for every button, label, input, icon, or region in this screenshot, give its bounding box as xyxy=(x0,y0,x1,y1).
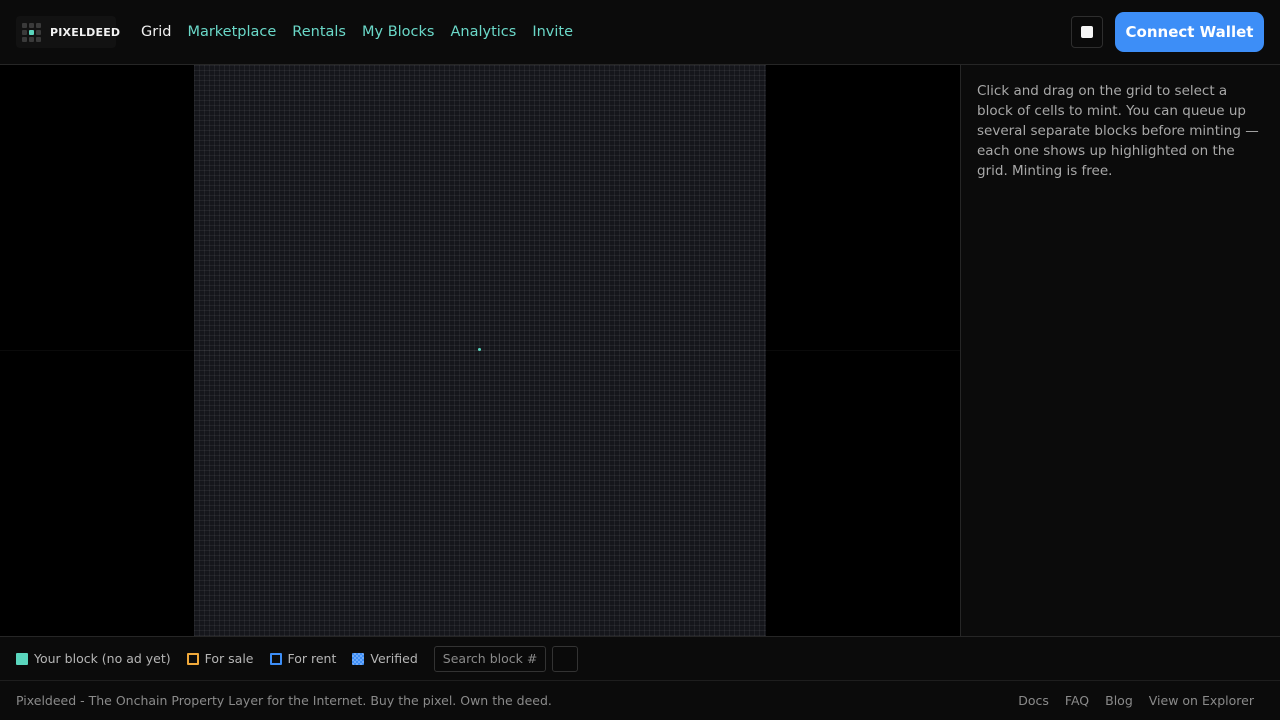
logo[interactable]: PIXELDEED xyxy=(16,16,120,48)
legend-swatch-your-block xyxy=(16,652,28,665)
theme-toggle-icon xyxy=(1081,26,1093,38)
main-nav: Grid Marketplace Rentals My Blocks Analy… xyxy=(141,22,573,42)
footer-tagline: Pixeldeed - The Onchain Property Layer f… xyxy=(16,693,552,708)
search-block-button[interactable] xyxy=(551,645,578,672)
nav-item-marketplace[interactable]: Marketplace xyxy=(187,22,276,42)
nav-item-grid[interactable]: Grid xyxy=(141,22,171,42)
search-block-input[interactable] xyxy=(433,645,546,672)
legend-label: Your block (no ad yet) xyxy=(34,651,171,666)
legend-item-for-rent: For rent xyxy=(269,651,337,666)
grid-canvas-area xyxy=(0,65,960,636)
legend-item-for-sale: For sale xyxy=(186,651,254,666)
legend-item-your-block: Your block (no ad yet) xyxy=(16,651,171,666)
legend-bar: Your block (no ad yet) For sale For rent… xyxy=(0,636,1280,680)
footer: Pixeldeed - The Onchain Property Layer f… xyxy=(0,680,1280,720)
footer-links: Docs FAQ Blog View on Explorer xyxy=(1018,693,1254,708)
side-panel: Click and drag on the grid to select a b… xyxy=(960,65,1280,636)
logo-mark-icon xyxy=(22,22,41,42)
theme-toggle-button[interactable] xyxy=(1071,16,1103,48)
footer-link-view-on-explorer[interactable]: View on Explorer xyxy=(1149,693,1254,708)
legend-swatch-verified xyxy=(352,652,365,665)
legend-item-verified: Verified xyxy=(352,651,418,666)
legend-swatch-for-sale xyxy=(186,652,199,665)
logo-text: PIXELDEED xyxy=(50,25,121,39)
connect-wallet-button[interactable]: Connect Wallet xyxy=(1115,12,1264,52)
mint-instructions: Click and drag on the grid to select a b… xyxy=(977,83,1259,179)
nav-item-rentals[interactable]: Rentals xyxy=(292,22,346,42)
legend-label: Verified xyxy=(370,651,418,666)
footer-link-faq[interactable]: FAQ xyxy=(1065,693,1089,708)
legend-label: For sale xyxy=(204,651,254,666)
nav-item-invite[interactable]: Invite xyxy=(532,22,573,42)
top-bar: PIXELDEED Grid Marketplace Rentals My Bl… xyxy=(0,0,1280,65)
grid-center-marker xyxy=(478,348,481,351)
legend-label: For rent xyxy=(287,651,337,666)
footer-link-docs[interactable]: Docs xyxy=(1018,693,1049,708)
footer-link-blog[interactable]: Blog xyxy=(1105,693,1133,708)
nav-item-my-blocks[interactable]: My Blocks xyxy=(362,22,434,42)
legend-swatch-for-rent xyxy=(269,652,282,665)
nav-item-analytics[interactable]: Analytics xyxy=(450,22,516,42)
